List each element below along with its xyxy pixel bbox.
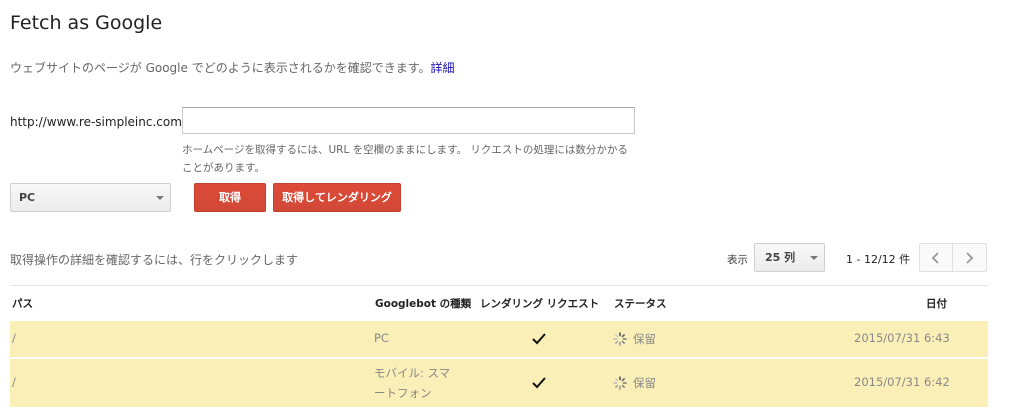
url-helper-text: ホームページを取得するには、URL を空欄のままにします。 リクエストの処理には… [182, 144, 628, 174]
chevron-down-icon [810, 256, 818, 260]
page-title: Fetch as Google [10, 12, 163, 34]
rows-per-page-select[interactable]: 25 列 [754, 243, 825, 272]
next-page-button[interactable] [953, 243, 987, 272]
url-path-input[interactable] [182, 107, 635, 134]
table-row[interactable]: / PC 保留 2015/07/31 6:43 [10, 321, 988, 357]
column-header-date[interactable]: 日付 [926, 296, 947, 311]
row-path: / [12, 331, 16, 345]
table-divider [10, 285, 988, 286]
page-description: ウェブサイトのページが Google でどのように表示されるかを確認できます。詳… [10, 59, 455, 76]
row-date: 2015/07/31 6:43 [854, 331, 950, 345]
fetch-button[interactable]: 取得 [194, 183, 266, 212]
column-header-googlebot-type[interactable]: Googlebot の種類 [375, 296, 471, 311]
row-googlebot-type: モバイル: スマ [374, 366, 451, 380]
check-icon [532, 374, 546, 393]
check-icon [532, 330, 546, 349]
row-googlebot-type: PC [374, 331, 389, 345]
previous-page-button[interactable] [919, 243, 953, 272]
column-header-status[interactable]: ステータス [614, 296, 667, 311]
row-googlebot-type-continued: ートフォン [374, 386, 432, 400]
table-row[interactable]: / モバイル: スマ ートフォン 保留 2015/07/31 6:42 [10, 359, 988, 407]
row-status: 保留 [633, 332, 656, 346]
googlebot-type-select[interactable]: PC [10, 183, 171, 212]
row-status: 保留 [633, 376, 656, 390]
fetch-and-render-button[interactable]: 取得してレンダリング [273, 183, 401, 212]
page-range: 1 - 12/12 件 [846, 253, 911, 266]
row-date: 2015/07/31 6:42 [854, 375, 950, 389]
rows-per-page-value: 25 列 [765, 251, 796, 264]
show-label: 表示 [727, 254, 748, 266]
url-prefix-label: http://www.re-simpleinc.com/ [10, 115, 186, 129]
row-path: / [12, 375, 16, 389]
column-header-path[interactable]: パス [12, 296, 33, 311]
column-header-render-request[interactable]: レンダリング リクエスト [480, 296, 599, 311]
spinner-icon [613, 375, 627, 390]
chevron-down-icon [156, 196, 164, 200]
device-select-value: PC [19, 191, 36, 204]
results-hint: 取得操作の詳細を確認するには、行をクリックします [10, 253, 299, 267]
spinner-icon [613, 331, 627, 346]
chevron-left-icon [931, 252, 939, 264]
chevron-right-icon [966, 252, 974, 264]
description-text: ウェブサイトのページが Google でどのように表示されるかを確認できます。 [10, 61, 431, 75]
details-link[interactable]: 詳細 [431, 61, 455, 75]
